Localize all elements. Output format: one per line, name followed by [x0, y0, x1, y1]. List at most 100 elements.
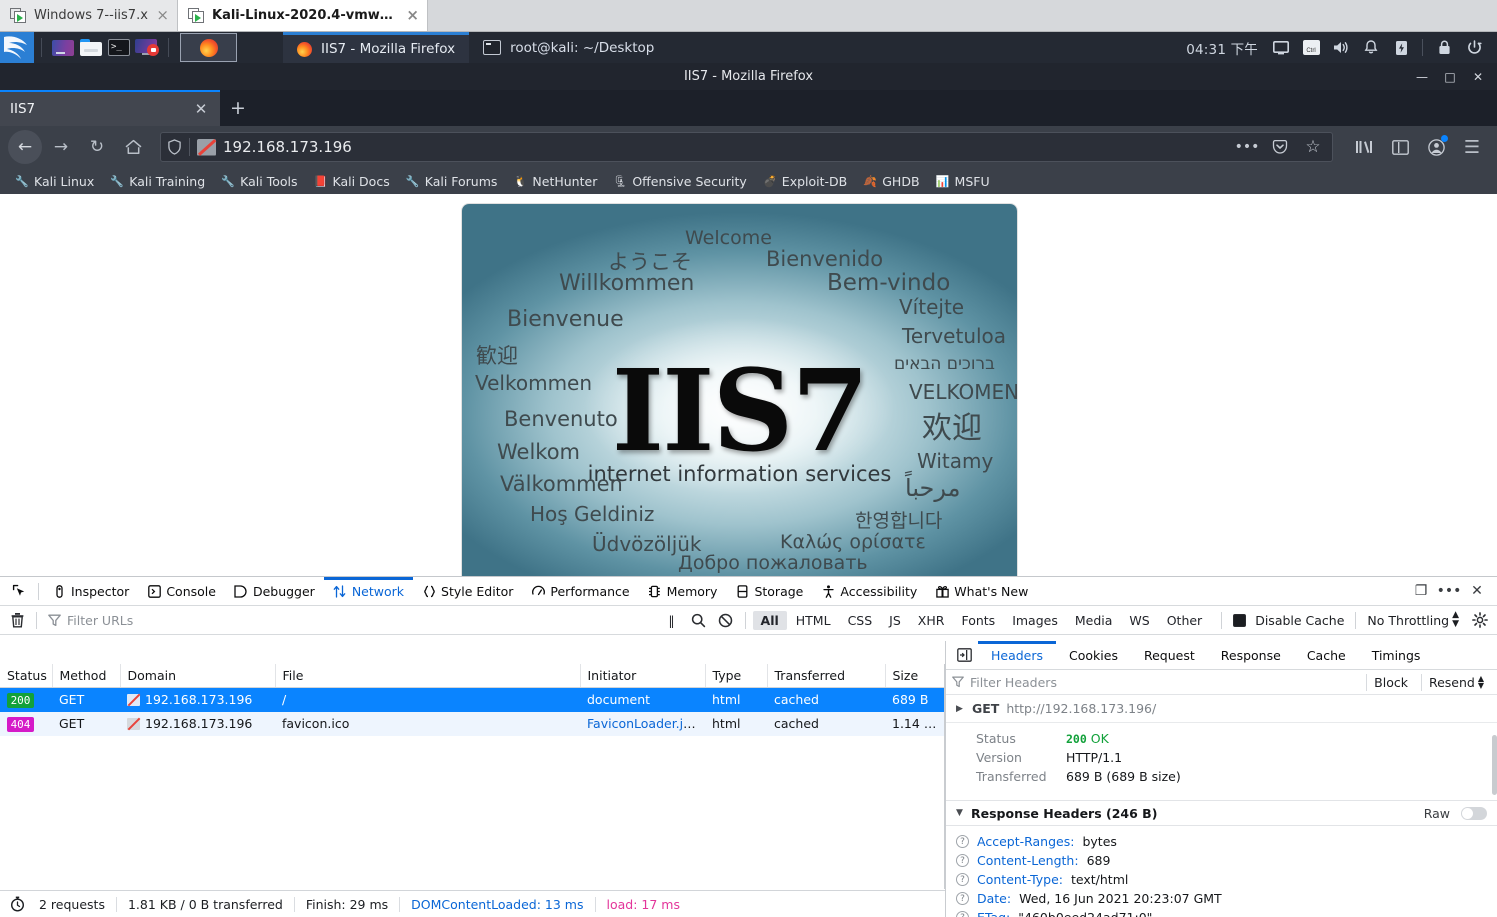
close-icon[interactable]: ✕	[192, 100, 210, 118]
bookmark-item[interactable]: 🔧 Kali Tools	[214, 172, 304, 191]
sidebar-icon[interactable]	[1383, 130, 1417, 164]
forward-button[interactable]: →	[44, 130, 78, 164]
devtools-options-icon[interactable]: •••	[1436, 578, 1462, 604]
table-row[interactable]: 404 GET 192.168.173.196 favicon.ico FaviconL…	[0, 711, 944, 736]
taskbar-window-firefox[interactable]: IIS7 - Mozilla Firefox	[283, 32, 470, 63]
app-launcher-icon[interactable]	[49, 36, 77, 60]
bookmark-item[interactable]: 🔧 Kali Forums	[399, 172, 505, 191]
notification-bell-icon[interactable]	[1358, 36, 1384, 60]
bookmark-item[interactable]: 🐧 NetHunter	[506, 172, 604, 191]
filter-urls-input[interactable]: Filter URLs	[44, 610, 657, 631]
resend-button[interactable]: Resend ▲ ▼	[1420, 673, 1491, 691]
filter-chip-all[interactable]: All	[752, 610, 787, 630]
url-text[interactable]: 192.168.173.196	[223, 138, 1227, 156]
kali-menu-icon[interactable]	[0, 32, 34, 63]
devtools-tab-debugger[interactable]: Debugger	[225, 577, 324, 606]
devtools-tab-what-s-new[interactable]: What's New	[926, 577, 1037, 606]
details-tab-timings[interactable]: Timings	[1359, 641, 1434, 670]
vmware-tab-windows7[interactable]: Windows 7--iis7.x ×	[0, 0, 178, 31]
filter-chip-css[interactable]: CSS	[840, 611, 881, 630]
devtools-tab-inspector[interactable]: Inspector	[43, 577, 138, 606]
block-button[interactable]: Block	[1366, 673, 1415, 691]
screen-recorder-icon[interactable]	[133, 36, 161, 60]
details-tab-cookies[interactable]: Cookies	[1056, 641, 1131, 670]
help-icon[interactable]: ?	[956, 892, 969, 905]
details-request-line[interactable]: ▶ GET http://192.168.173.196/	[946, 695, 1497, 723]
taskbar-firefox-launcher[interactable]	[180, 33, 237, 62]
expand-caret-icon[interactable]: ▶	[956, 704, 965, 714]
details-tab-request[interactable]: Request	[1131, 641, 1208, 670]
library-icon[interactable]	[1347, 130, 1381, 164]
vmware-tab-kali[interactable]: Kali-Linux-2020.4-vmware-a... ×	[178, 0, 428, 31]
column-header-initiator[interactable]: Initiator	[580, 664, 706, 688]
bookmark-item[interactable]: 📊 MSFU	[929, 172, 997, 191]
search-icon[interactable]	[687, 608, 711, 632]
reload-button[interactable]: ↻	[80, 130, 114, 164]
details-scrollbar[interactable]	[1492, 735, 1497, 795]
trash-icon[interactable]	[5, 608, 29, 632]
maximize-button[interactable]: □	[1437, 65, 1463, 89]
collapse-caret-icon[interactable]: ▼	[956, 808, 965, 818]
block-requests-icon[interactable]	[714, 608, 738, 632]
address-bar[interactable]: 192.168.173.196 ••• ☆	[160, 132, 1333, 162]
devtools-tab-console[interactable]: Console	[138, 577, 225, 606]
bookmark-item[interactable]: 💣 Exploit-DB	[756, 172, 854, 191]
devtools-close-icon[interactable]: ✕	[1464, 578, 1490, 604]
app-menu-button[interactable]: ☰	[1455, 130, 1489, 164]
filter-chip-xhr[interactable]: XHR	[910, 611, 953, 630]
table-row[interactable]: 200 GET 192.168.173.196 /document html cached…	[0, 687, 944, 712]
filter-chip-other[interactable]: Other	[1159, 611, 1211, 630]
bookmark-item[interactable]: 🔧 Kali Linux	[8, 172, 101, 191]
tracking-protection-icon[interactable]	[167, 139, 182, 155]
column-header-transferred[interactable]: Transferred	[767, 664, 886, 688]
disable-cache-label[interactable]: Disable Cache	[1255, 613, 1344, 628]
column-header-domain[interactable]: Domain	[120, 664, 276, 688]
devtools-tab-accessibility[interactable]: Accessibility	[812, 577, 926, 606]
dock-icon[interactable]: ❐	[1408, 578, 1434, 604]
pocket-icon[interactable]	[1267, 134, 1293, 160]
column-header-size[interactable]: Size	[885, 664, 944, 688]
bookmark-item[interactable]: 🍂 GHDB	[856, 172, 926, 191]
filter-chip-images[interactable]: Images	[1004, 611, 1066, 630]
column-header-file[interactable]: File	[275, 664, 581, 688]
logout-icon[interactable]	[1461, 36, 1487, 60]
network-request-list[interactable]: Status Method Domain File Initiator Type Trans…	[0, 664, 945, 889]
battery-icon[interactable]	[1388, 36, 1414, 60]
details-tab-headers[interactable]: Headers	[978, 641, 1056, 670]
bookmark-item[interactable]: 🔧 Kali Training	[103, 172, 212, 191]
devtools-tab-network[interactable]: Network	[324, 577, 413, 606]
close-icon[interactable]: ×	[156, 8, 169, 23]
filter-chip-fonts[interactable]: Fonts	[953, 611, 1003, 630]
new-tab-button[interactable]: +	[220, 90, 256, 126]
bookmark-item[interactable]: 🗜 Offensive Security	[606, 172, 753, 191]
clock[interactable]: 04:31 下午	[1186, 38, 1258, 58]
column-header-method[interactable]: Method	[52, 664, 121, 688]
account-icon[interactable]	[1419, 130, 1453, 164]
devtools-tab-style-editor[interactable]: Style Editor	[413, 577, 522, 606]
close-button[interactable]: ✕	[1465, 65, 1491, 89]
page-actions-icon[interactable]: •••	[1234, 134, 1260, 160]
minimize-button[interactable]: —	[1409, 65, 1435, 89]
help-icon[interactable]: ?	[956, 854, 969, 867]
devtools-tab-performance[interactable]: Performance	[522, 577, 638, 606]
browser-tab-iis7[interactable]: IIS7 ✕	[0, 90, 220, 126]
noscript-icon[interactable]	[197, 138, 217, 156]
toggle-details-panel-icon[interactable]	[950, 642, 978, 669]
taskbar-window-terminal[interactable]: root@kali: ~/Desktop	[469, 32, 668, 63]
details-tab-cache[interactable]: Cache	[1294, 641, 1359, 670]
filter-chip-media[interactable]: Media	[1067, 611, 1121, 630]
initiator-link[interactable]: FaviconLoader.jsm:16…	[587, 716, 705, 731]
disable-cache-checkbox[interactable]	[1233, 613, 1247, 627]
column-header-status[interactable]: Status	[0, 664, 53, 688]
element-picker-icon[interactable]	[4, 578, 34, 605]
help-icon[interactable]: ?	[956, 835, 969, 848]
bookmark-item[interactable]: 📕 Kali Docs	[307, 172, 397, 191]
help-icon[interactable]: ?	[956, 873, 969, 886]
close-icon[interactable]: ×	[406, 8, 419, 23]
filter-chip-js[interactable]: JS	[881, 611, 909, 630]
raw-toggle[interactable]	[1461, 806, 1487, 820]
throttling-select[interactable]: No Throttling ▲ ▼	[1367, 611, 1459, 629]
ctrl-key-icon[interactable]: Ctrl	[1298, 36, 1324, 60]
gear-icon[interactable]	[1468, 608, 1492, 632]
help-icon[interactable]: ?	[956, 911, 969, 917]
